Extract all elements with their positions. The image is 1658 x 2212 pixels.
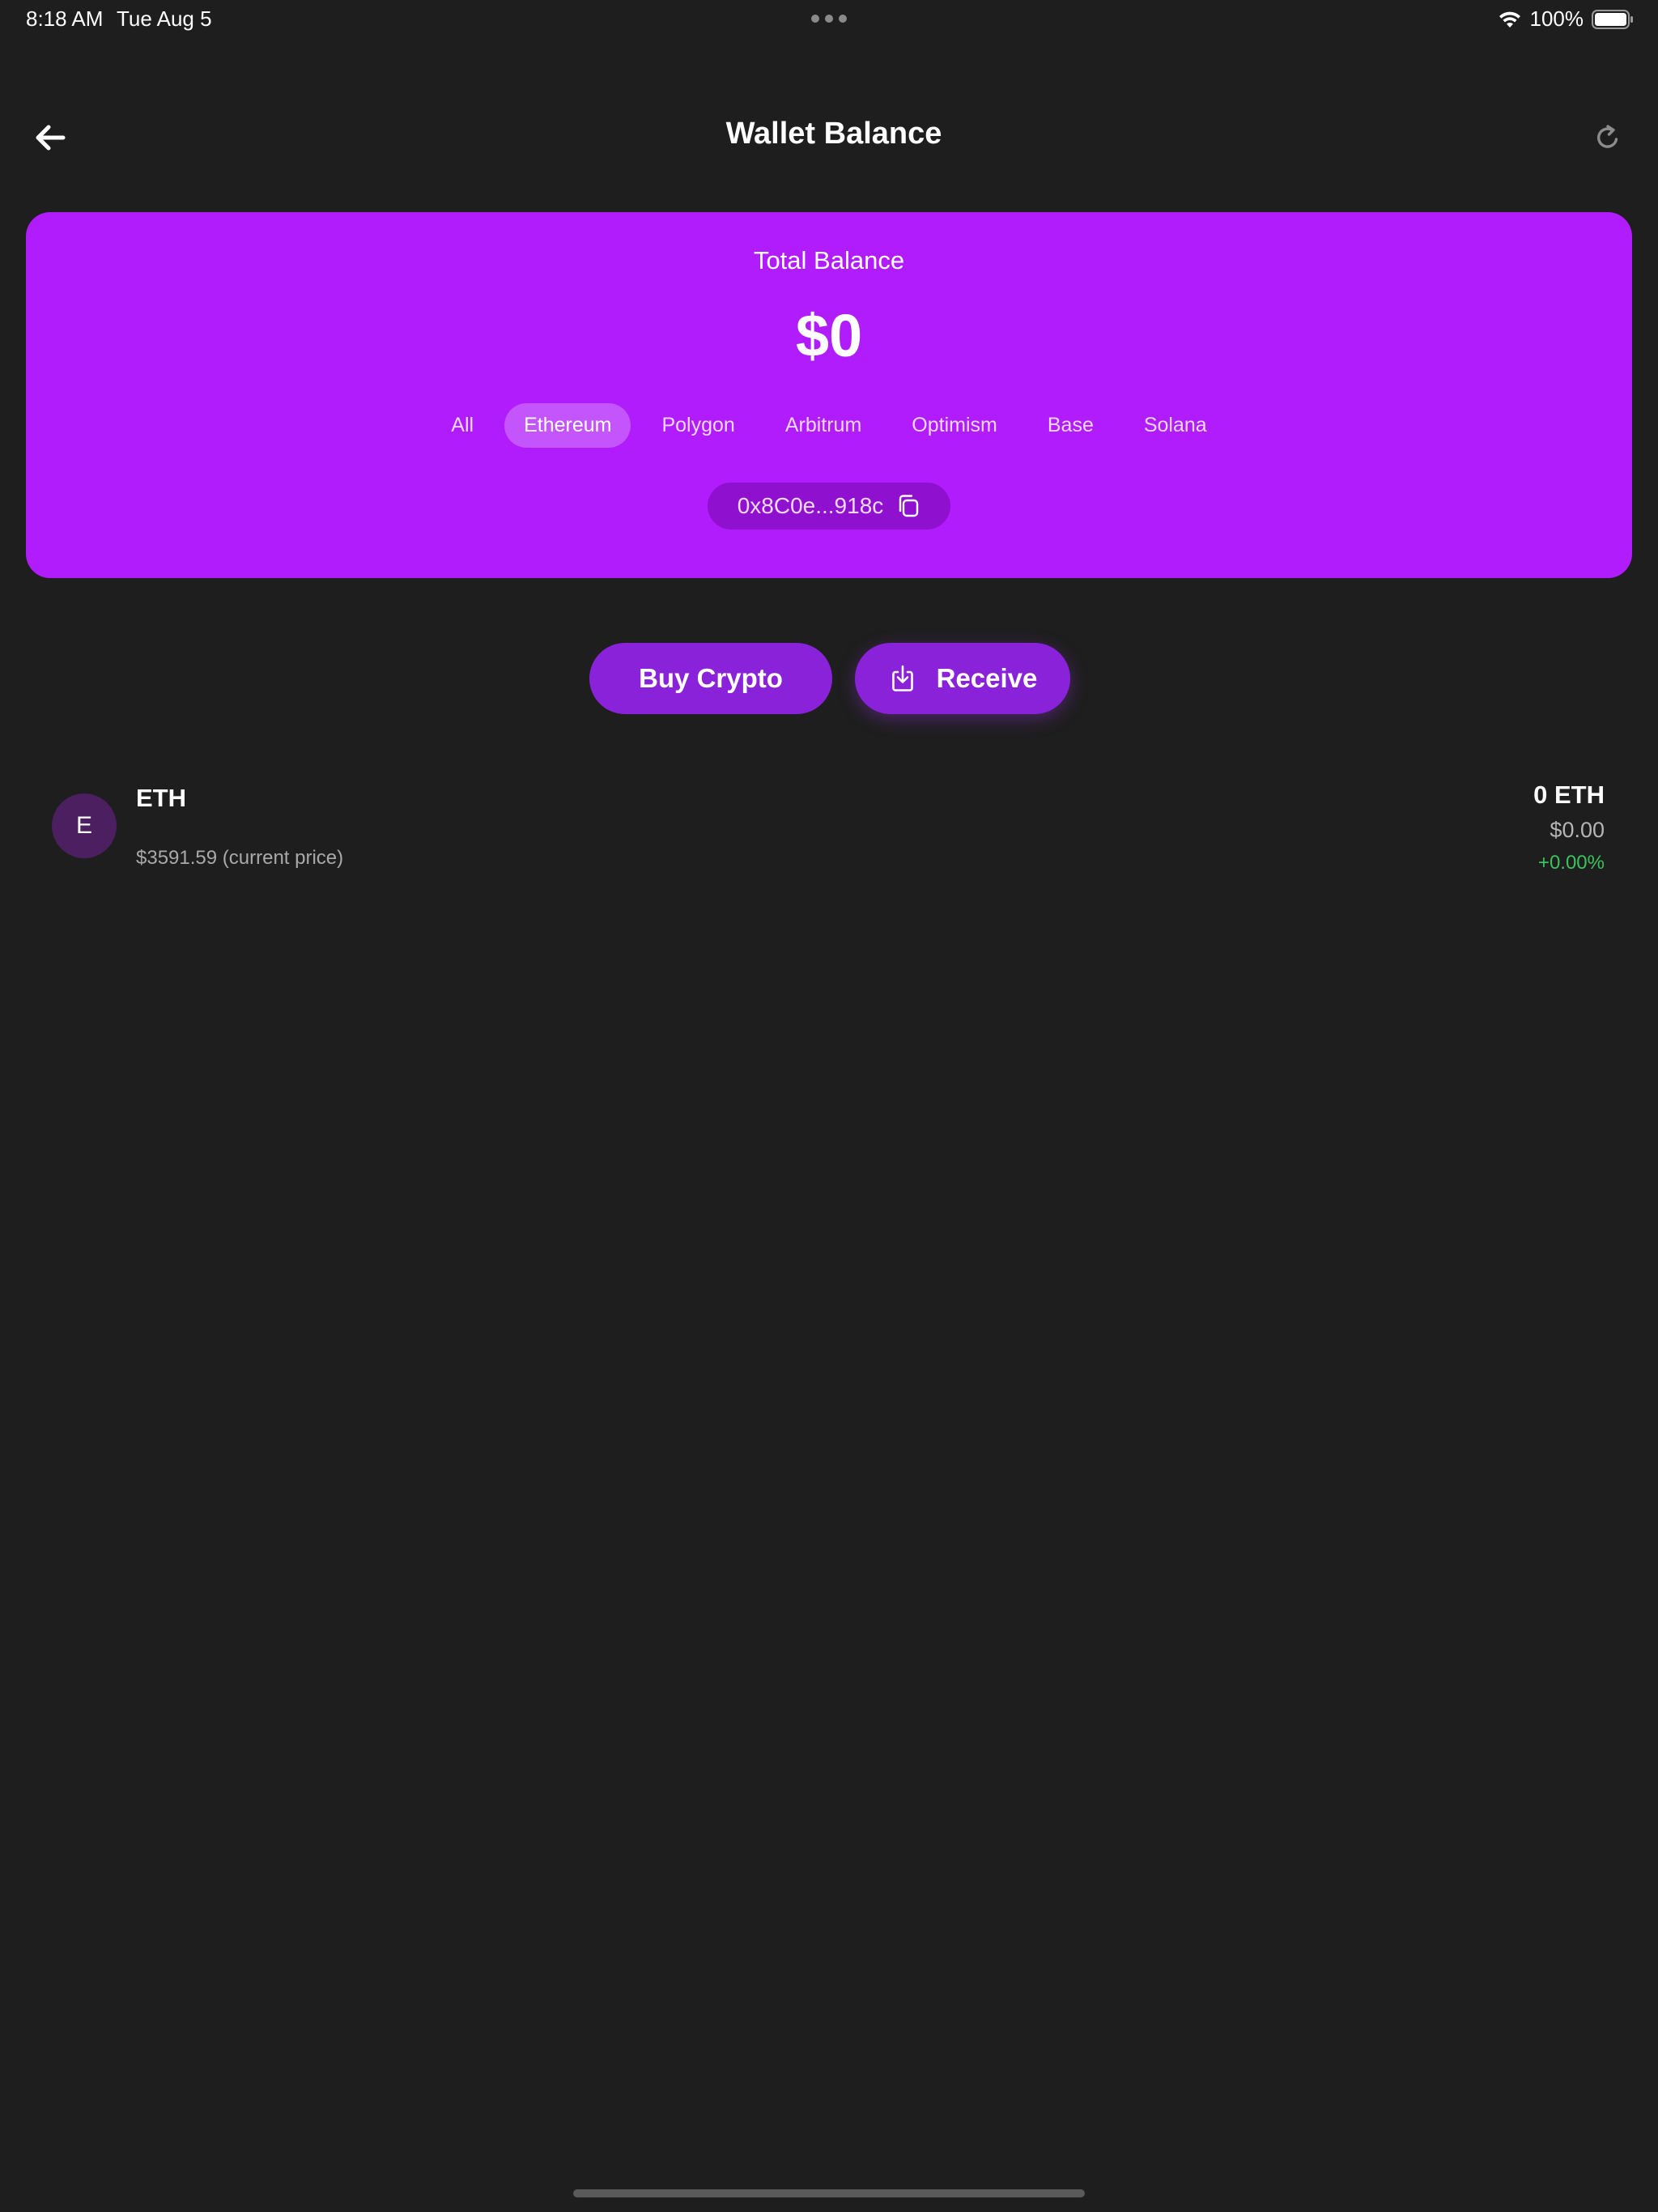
tab-all[interactable]: All bbox=[432, 403, 493, 448]
wifi-icon bbox=[1499, 11, 1520, 28]
page-title: Wallet Balance bbox=[725, 117, 942, 151]
wallet-balance-screen: 8:18 AM Tue Aug 5 100% Wallet Balance To… bbox=[0, 0, 1658, 2212]
tab-polygon[interactable]: Polygon bbox=[642, 403, 754, 448]
more-dots-icon[interactable] bbox=[811, 15, 847, 23]
copy-icon bbox=[899, 495, 919, 517]
token-symbol: ETH bbox=[136, 784, 186, 812]
tab-arbitrum[interactable]: Arbitrum bbox=[766, 403, 881, 448]
home-indicator[interactable] bbox=[573, 2189, 1085, 2197]
total-balance-amount: $0 bbox=[795, 302, 863, 369]
token-row-eth[interactable]: E ETH $3591.59 (current price) 0 ETH $0.… bbox=[0, 777, 1658, 899]
refresh-button[interactable] bbox=[1590, 120, 1626, 155]
status-bar: 8:18 AM Tue Aug 5 100% bbox=[0, 0, 1658, 39]
buy-crypto-button[interactable]: Buy Crypto bbox=[589, 643, 832, 714]
tab-optimism[interactable]: Optimism bbox=[892, 403, 1017, 448]
refresh-icon bbox=[1596, 125, 1618, 148]
status-indicators: 100% bbox=[1498, 6, 1635, 32]
wallet-address: 0x8C0e...918c bbox=[737, 493, 884, 518]
receive-label: Receive bbox=[936, 663, 1038, 693]
tab-base[interactable]: Base bbox=[1028, 403, 1113, 448]
chain-filter-tabs: All Ethereum Polygon Arbitrum Optimism B… bbox=[26, 403, 1632, 448]
token-current-price: $3591.59 (current price) bbox=[136, 847, 344, 869]
receive-button[interactable]: Receive bbox=[855, 643, 1070, 714]
token-change-percent: +0.00% bbox=[1537, 852, 1605, 874]
token-fiat-value: $0.00 bbox=[1550, 818, 1605, 842]
total-balance-label: Total Balance bbox=[753, 246, 905, 274]
buy-crypto-label: Buy Crypto bbox=[639, 663, 783, 693]
battery-percentage: 100% bbox=[1529, 6, 1584, 31]
tab-solana[interactable]: Solana bbox=[1124, 403, 1226, 448]
balance-card: Total Balance $0 All Ethereum Polygon Ar… bbox=[26, 212, 1632, 578]
status-time: 8:18 AM bbox=[26, 6, 104, 31]
battery-icon bbox=[1592, 9, 1633, 29]
token-amount: 0 ETH bbox=[1533, 781, 1605, 809]
status-date: Tue Aug 5 bbox=[117, 6, 212, 31]
tab-ethereum[interactable]: Ethereum bbox=[504, 403, 631, 448]
receive-download-icon bbox=[891, 665, 913, 691]
wallet-address-copy-button[interactable]: 0x8C0e...918c bbox=[708, 483, 950, 530]
token-avatar: E bbox=[52, 793, 117, 858]
